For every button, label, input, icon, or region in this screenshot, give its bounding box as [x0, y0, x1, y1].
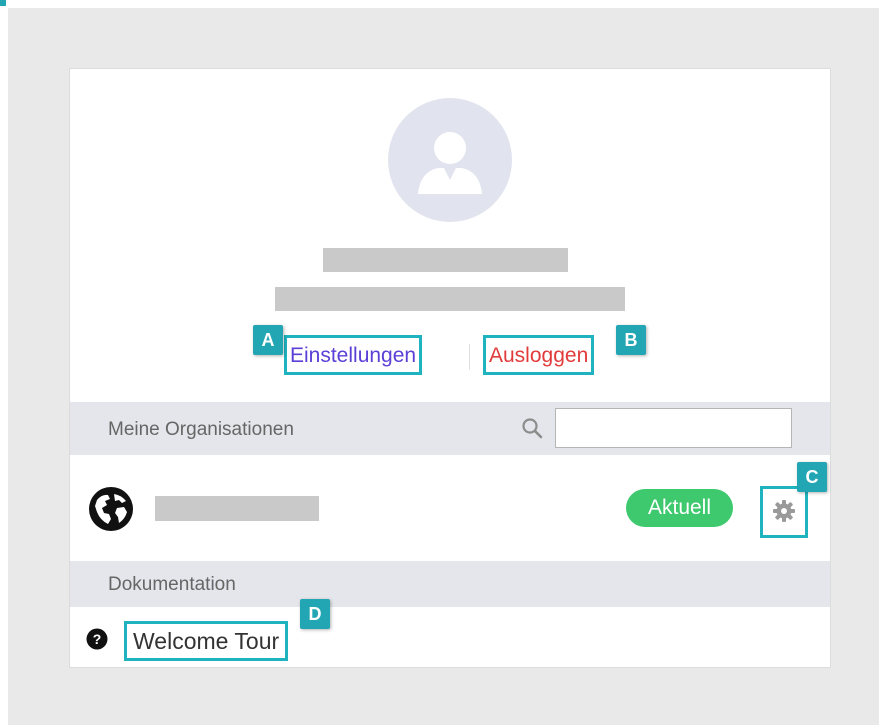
- question-circle-icon: ?: [86, 628, 108, 650]
- current-status-badge: Aktuell: [626, 489, 733, 527]
- link-separator: [469, 344, 470, 370]
- user-avatar-icon: [388, 98, 512, 222]
- annotation-badge-b: B: [616, 325, 646, 355]
- documentation-header: Dokumentation: [70, 561, 830, 607]
- search-icon: [522, 418, 543, 439]
- user-email-redacted: [275, 287, 625, 311]
- organisation-name-redacted: [155, 496, 319, 521]
- welcome-tour-label: Welcome Tour: [133, 628, 280, 654]
- annotation-badge-a: A: [253, 325, 283, 355]
- settings-link-label: Einstellungen: [290, 344, 417, 367]
- organisation-search-input[interactable]: [555, 408, 792, 448]
- annotation-badge-d: D: [300, 599, 330, 629]
- organisations-section-label: Meine Organisationen: [108, 419, 294, 440]
- svg-text:?: ?: [93, 631, 102, 647]
- corner-accent: [0, 0, 6, 6]
- gear-icon: [773, 500, 795, 522]
- logout-link[interactable]: Ausloggen: [483, 335, 595, 375]
- welcome-tour-link[interactable]: Welcome Tour: [124, 621, 289, 661]
- documentation-section-label: Dokumentation: [108, 574, 236, 595]
- organisation-settings-button[interactable]: [760, 486, 808, 538]
- logout-link-label: Ausloggen: [489, 344, 589, 367]
- annotation-badge-c: C: [797, 462, 827, 492]
- settings-link[interactable]: Einstellungen: [284, 335, 423, 375]
- user-name-redacted: [323, 248, 568, 272]
- globe-icon: [89, 487, 133, 531]
